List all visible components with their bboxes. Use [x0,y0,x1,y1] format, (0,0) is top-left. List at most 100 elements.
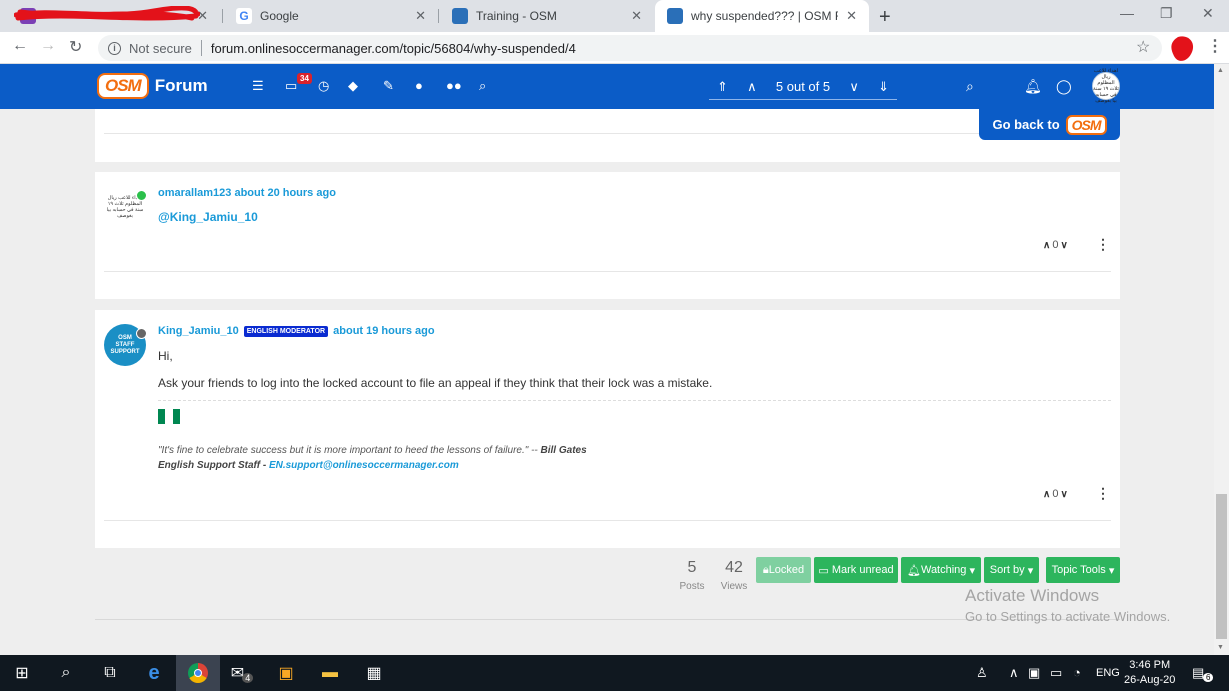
bookmark-star-icon[interactable]: ☆ [1136,37,1150,57]
taskbar-clock[interactable]: 3:46 PM 26-Aug-20 [1124,658,1175,688]
restore-icon[interactable]: ❐ [1160,5,1173,22]
browser-tab-active[interactable]: why suspended??? | OSM Forum ✕ [655,0,869,32]
profile-avatar-redacted[interactable] [1168,34,1198,64]
tray-app-icon[interactable]: ▣ [1028,665,1040,681]
locked-button[interactable]: 🔒︎ Locked [756,557,811,583]
mark-unread-button[interactable]: ▭ Mark unread [814,557,898,583]
post-tools-icon[interactable]: ⋮ [1096,236,1110,253]
store-icon[interactable]: ▣ [264,655,308,691]
pager-text[interactable]: 5 out of 5 [776,79,830,94]
browser-tab-training[interactable]: Training - OSM ✕ [440,0,654,32]
forward-icon[interactable]: → [40,37,56,55]
prev-post-icon[interactable]: ∧ [747,79,757,95]
chrome-icon[interactable] [176,655,220,691]
forum-logo[interactable]: OSM Forum [97,72,208,100]
post-tools-icon[interactable]: ⋮ [1096,485,1110,502]
moderator-badge: ENGLISH MODERATOR [243,326,329,337]
notifications-bell-icon[interactable]: 🔔︎ [1024,78,1042,95]
upvote-icon[interactable]: ∧ [1043,240,1050,251]
inbox-icon: ▭ [818,564,832,577]
caret-down-icon: ▾ [1105,564,1115,577]
popular-icon[interactable]: ✎ [383,78,394,94]
chat-icon[interactable]: ◯ [1056,78,1072,95]
close-tab-icon[interactable]: ✕ [631,8,642,24]
categories-icon[interactable]: ☰ [252,78,264,94]
google-icon: G [236,8,252,24]
back-icon[interactable]: ← [12,37,28,55]
notification-count-badge: 6 [1203,673,1214,682]
reload-icon[interactable]: ↻ [69,37,82,57]
post-card: OSM STAFF SUPPORT King_Jamiu_10 ENGLISH … [95,310,1120,548]
next-post-icon[interactable]: ∨ [849,79,859,95]
tab-separator [438,9,439,23]
topic-content: Go back to OSM اهداء للاعب ريال المظلوم … [0,109,1214,655]
battery-icon[interactable]: ▭ [1050,665,1062,681]
scroll-down-icon[interactable]: ▼ [1217,644,1224,651]
browser-menu-icon[interactable]: ⋮ [1207,36,1223,56]
users-icon[interactable]: ● [415,78,423,93]
last-post-icon[interactable]: ⇓ [878,79,889,95]
tab-separator [222,9,223,23]
file-explorer-icon[interactable]: ▬ [308,655,352,691]
post-author-link[interactable]: King_Jamiu_10 [158,325,239,337]
new-tab-icon[interactable]: + [879,6,891,29]
scroll-up-icon[interactable]: ▲ [1217,67,1224,74]
osm-favicon-icon [667,8,683,24]
first-post-icon[interactable]: ⇑ [717,79,728,95]
upvote-icon[interactable]: ∧ [1043,489,1050,500]
signature-role: English Support Staff - EN.support@onlin… [158,460,459,471]
post-timestamp-link[interactable]: about 19 hours ago [333,325,434,337]
info-icon[interactable]: i [108,41,121,55]
watching-button[interactable]: 🔔︎ Watching ▾ [901,557,981,583]
close-tab-icon[interactable]: ✕ [415,8,426,24]
user-mention-link[interactable]: @King_Jamiu_10 [158,210,258,224]
close-tab-icon[interactable]: ✕ [846,8,857,24]
inbox-icon[interactable]: ▭ [285,78,297,94]
search-icon[interactable]: ⌕ [44,655,88,691]
scrollbar-thumb[interactable] [1216,494,1227,639]
sort-by-button[interactable]: Sort by ▾ [984,557,1039,583]
show-hidden-icons-icon[interactable]: ∧ [1009,665,1019,681]
mail-icon[interactable]: ✉ 4 [220,655,264,691]
windows-start-icon[interactable]: ⊞ [0,655,44,691]
page-scrollbar[interactable]: ▲ ▼ [1214,64,1229,655]
user-avatar[interactable]: اهداء للاعب ريال المظلوم ثلاث ١٩ سنة في … [1092,68,1120,104]
go-back-to-osm-button[interactable]: Go back to OSM [979,109,1120,140]
search-icon[interactable]: ⌕ [479,78,486,94]
previous-post-card [95,109,1120,162]
unread-badge: 34 [297,73,312,84]
search-icon[interactable]: ⌕ [966,78,974,95]
address-bar[interactable]: i Not secure forum.onlinesoccermanager.c… [98,35,1162,61]
task-view-icon[interactable]: ⧉ [88,655,132,691]
post-author-link[interactable]: omarallam123 [158,187,231,199]
mail-count-badge: 4 [242,673,254,683]
downvote-icon[interactable]: ∨ [1060,489,1067,500]
tags-icon[interactable]: ◆ [348,78,358,94]
close-window-icon[interactable]: ✕ [1202,5,1214,22]
support-email-link[interactable]: EN.support@onlinesoccermanager.com [269,460,459,471]
views-stat: 42 Views [720,559,748,592]
calculator-icon[interactable]: ▦ [352,655,396,691]
post-timestamp-link[interactable]: about 20 hours ago [234,187,335,199]
posts-stat: 5 Posts [679,559,705,592]
groups-icon[interactable]: ●● [446,78,462,93]
caret-down-icon: ▾ [966,564,975,577]
topic-tools-button[interactable]: Topic Tools ▾ [1046,557,1120,583]
browser-tab-google[interactable]: G Google ✕ [224,0,438,32]
minimize-icon[interactable]: — [1120,5,1134,21]
post-pager: ⇑ ∧ 5 out of 5 ∨ ⇓ [709,74,897,100]
signature-quote: "It's fine to celebrate success but it i… [158,445,587,456]
recent-clock-icon[interactable]: ◷ [318,78,329,94]
redaction-scribble [14,6,200,21]
wifi-icon[interactable]: ◔ [1073,665,1081,680]
post-meta: King_Jamiu_10 ENGLISH MODERATOR about 19… [158,325,435,337]
post-body: Ask your friends to log into the locked … [158,376,713,390]
windows-taskbar: ⊞ ⌕ ⧉ e ✉ 4 ▣ ▬ ▦ ♙ ∧ ▣ ▭ ◔ ENG 3:46 PM 2… [0,655,1229,691]
downvote-icon[interactable]: ∨ [1060,240,1067,251]
post-greeting: Hi, [158,349,173,363]
edge-icon[interactable]: e [132,655,176,691]
post-meta: omarallam123 about 20 hours ago [158,187,336,199]
people-icon[interactable]: ♙ [976,665,988,681]
language-indicator[interactable]: ENG [1096,667,1120,679]
osm-favicon-icon [452,8,468,24]
